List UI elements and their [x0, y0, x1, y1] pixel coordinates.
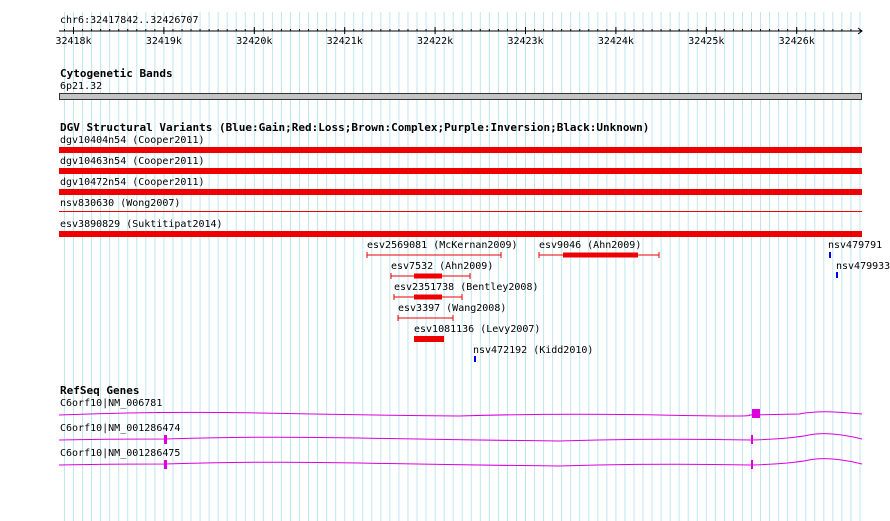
dgv-feature-glyph[interactable]: [366, 251, 503, 259]
ruler-tick-label: 32420k: [236, 36, 272, 47]
dgv-feature-glyph[interactable]: [393, 293, 464, 301]
cytoband-label: 6p21.32: [60, 81, 103, 92]
dgv-feature-glyph[interactable]: [538, 251, 661, 259]
ruler-tick-label: 32421k: [327, 36, 363, 47]
dgv-full-bar[interactable]: [59, 147, 862, 153]
dgv-full-label: dgv10404n54 (Cooper2011): [60, 135, 205, 146]
dgv-full-bar[interactable]: [59, 168, 862, 174]
refseq-transcript-glyph[interactable]: [59, 454, 862, 476]
dgv-feature-label: nsv479933: [836, 261, 890, 272]
dgv-full-bar[interactable]: [59, 189, 862, 195]
dgv-feature-glyph[interactable]: [390, 272, 472, 280]
ruler-tick-label: 32425k: [688, 36, 724, 47]
dgv-feature-glyph[interactable]: [474, 356, 476, 362]
dgv-full-label: esv3890829 (Suktitipat2014): [60, 219, 223, 230]
ruler-tick-label: 32418k: [55, 36, 91, 47]
ruler-tick-label: 32426k: [779, 36, 815, 47]
dgv-full-label: dgv10463n54 (Cooper2011): [60, 156, 205, 167]
dgv-feature-glyph[interactable]: [397, 314, 455, 322]
ruler-tick-label: 32424k: [598, 36, 634, 47]
dgv-feature-label: esv2569081 (McKernan2009): [367, 240, 518, 251]
dgv-feature-glyph[interactable]: [829, 252, 831, 258]
refseq-track-title: RefSeq Genes: [60, 384, 140, 397]
dgv-feature-glyph[interactable]: [836, 272, 838, 278]
ruler-tick-label: 32422k: [417, 36, 453, 47]
dgv-feature-glyph[interactable]: [414, 336, 444, 342]
ruler-tick-label: 32419k: [146, 36, 182, 47]
dgv-feature-label: esv1081136 (Levy2007): [414, 324, 541, 335]
ruler-tick-label: 32423k: [507, 36, 543, 47]
dgv-feature-label: esv9046 (Ahn2009): [539, 240, 642, 251]
dgv-full-label: dgv10472n54 (Cooper2011): [60, 177, 205, 188]
dgv-feature-label: esv7532 (Ahn2009): [391, 261, 494, 272]
cytobands-track-title: Cytogenetic Bands: [60, 67, 173, 80]
genome-browser-view: 32418k 32419k 32420k 32421k 32422k 32423k 3242…: [0, 0, 890, 521]
dgv-feature-label: esv3397 (Wang2008): [398, 303, 507, 314]
dgv-full-label: nsv830630 (Wong2007): [60, 198, 181, 209]
cytoband-bar[interactable]: [59, 93, 862, 100]
dgv-feature-label: nsv479791: [828, 240, 883, 251]
dgv-feature-label: nsv472192 (Kidd2010): [473, 345, 594, 356]
dgv-feature-label: esv2351738 (Bentley2008): [394, 282, 539, 293]
dgv-track-title: DGV Structural Variants (Blue:Gain;Red:L…: [60, 121, 650, 134]
dgv-full-bar[interactable]: [59, 231, 862, 237]
region-label: chr6:32417842..32426707: [60, 15, 199, 26]
dgv-full-bar[interactable]: [59, 211, 862, 212]
